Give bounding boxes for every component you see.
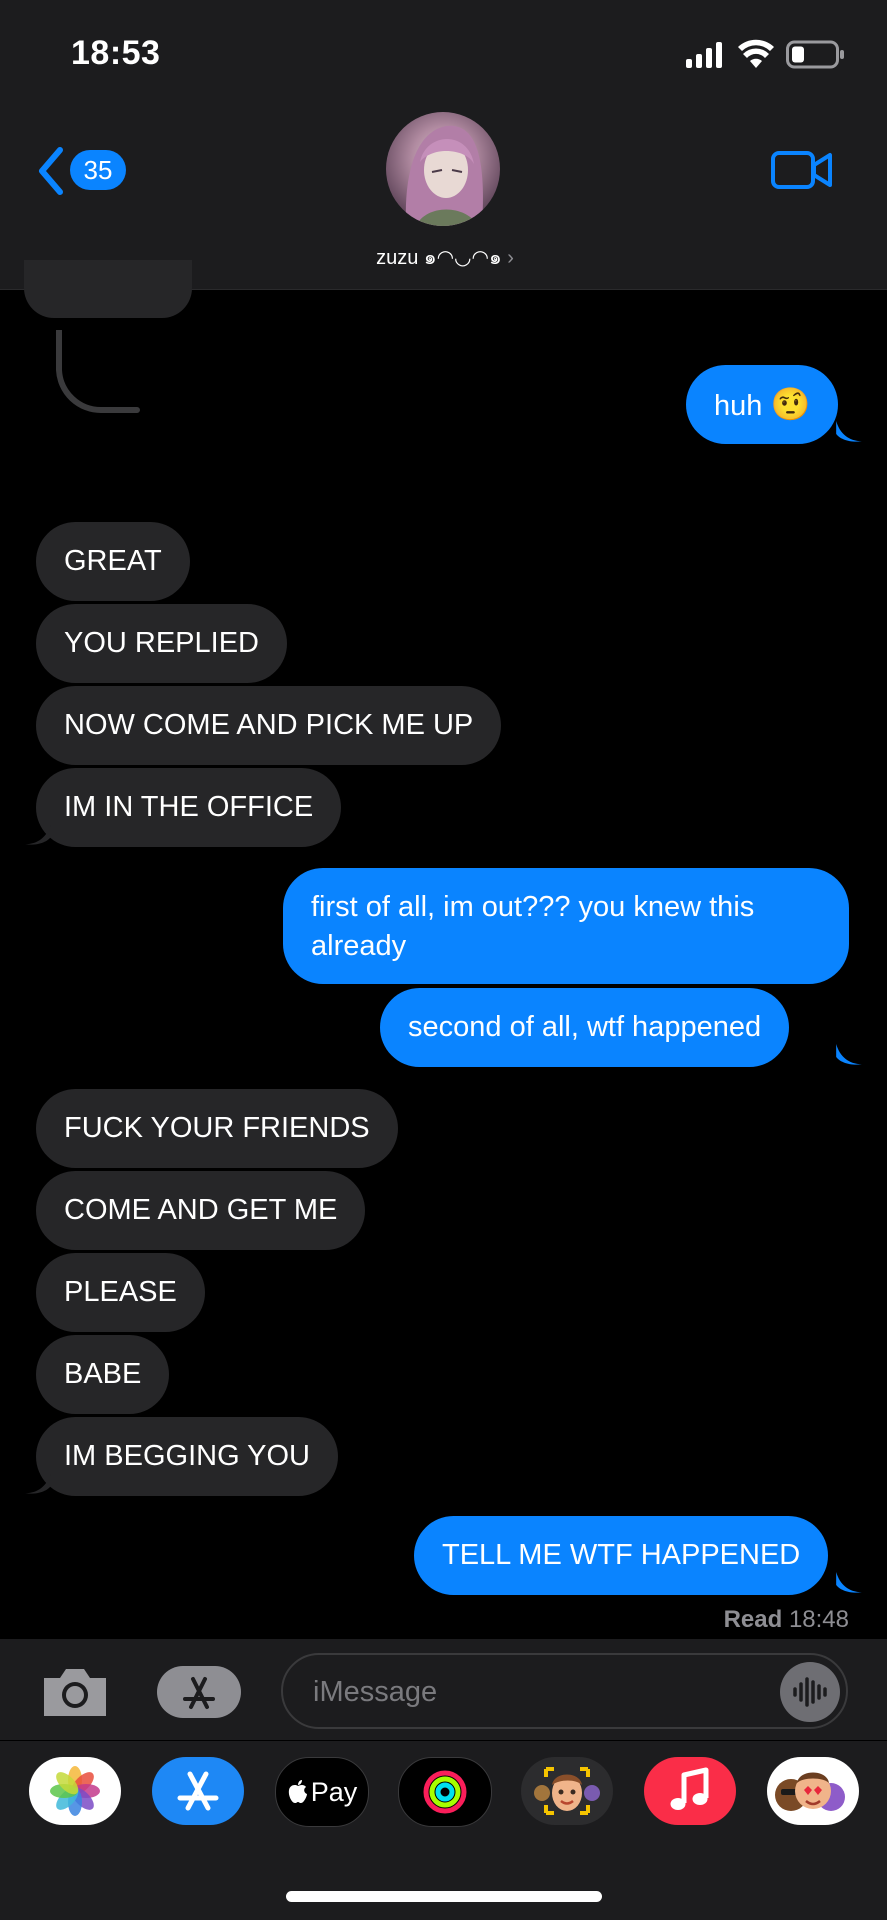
- message-text: NOW COME AND PICK ME UP: [64, 709, 474, 741]
- incoming-message[interactable]: IM IN THE OFFICE: [36, 768, 342, 847]
- message-input[interactable]: [311, 1673, 745, 1711]
- message-text: PLEASE: [64, 1276, 177, 1308]
- message-text: first of all, im out??? you knew this al…: [311, 891, 755, 962]
- message-text: TELL ME WTF HAPPENED: [442, 1539, 801, 1571]
- bubble-tail: [25, 824, 51, 845]
- incoming-message[interactable]: FUCK YOUR FRIENDS: [36, 1089, 398, 1168]
- raised-eyebrow-emoji: 🤨: [770, 386, 811, 422]
- incoming-message[interactable]: COME AND GET ME: [36, 1171, 366, 1250]
- contact-name[interactable]: zuzu ๑◠◡◠๑ ›: [330, 241, 560, 273]
- outgoing-message[interactable]: TELL ME WTF HAPPENED: [414, 1516, 829, 1595]
- animoji-stickers-icon: [775, 1772, 845, 1811]
- message-text: YOU REPLIED: [64, 627, 259, 659]
- contact-avatar[interactable]: [386, 112, 500, 226]
- imessage-field[interactable]: [281, 1653, 848, 1729]
- music-app-button[interactable]: [644, 1757, 736, 1825]
- camera-icon[interactable]: [40, 1664, 110, 1718]
- outgoing-message[interactable]: second of all, wtf happened: [380, 988, 790, 1067]
- cellular-signal-icon: [686, 42, 726, 68]
- animoji-stickers-app-button[interactable]: [767, 1757, 859, 1825]
- bubble-tail: [836, 1572, 862, 1593]
- home-indicator[interactable]: [286, 1891, 602, 1902]
- message-text: IM BEGGING YOU: [64, 1440, 311, 1472]
- incoming-message[interactable]: NOW COME AND PICK ME UP: [36, 686, 502, 765]
- status-time: 18:53: [71, 34, 161, 72]
- scrolled-off-message[interactable]: [24, 260, 192, 318]
- incoming-message[interactable]: GREAT: [36, 522, 190, 601]
- app-store-app-button[interactable]: [152, 1757, 244, 1825]
- incoming-message[interactable]: BABE: [36, 1335, 170, 1414]
- music-icon: [670, 1767, 709, 1810]
- bubble-tail: [836, 1044, 862, 1065]
- bubble-tail: [836, 421, 862, 442]
- message-text: IM IN THE OFFICE: [64, 791, 314, 823]
- app-store-icon: [183, 1677, 215, 1709]
- read-time: 18:48: [788, 1606, 849, 1633]
- message-text: FUCK YOUR FRIENDS: [64, 1112, 370, 1144]
- reply-thread-connector: [56, 330, 140, 414]
- unread-count-badge[interactable]: 35: [70, 150, 126, 190]
- apple-pay-icon: [288, 1780, 307, 1803]
- incoming-message[interactable]: YOU REPLIED: [36, 604, 287, 683]
- apple-pay-label: Pay: [310, 1776, 358, 1807]
- back-chevron-icon[interactable]: [36, 146, 66, 196]
- wifi-icon: [738, 39, 774, 68]
- avatar-illustration: [405, 125, 483, 226]
- memoji-app-button[interactable]: [521, 1757, 613, 1825]
- outgoing-message[interactable]: huh 🤨: [686, 365, 839, 444]
- message-text: second of all, wtf happened: [408, 1011, 762, 1043]
- photos-icon: [50, 1766, 100, 1816]
- message-text: huh: [714, 390, 763, 422]
- battery-icon: [786, 40, 844, 69]
- incoming-message[interactable]: IM BEGGING YOU: [36, 1417, 339, 1496]
- memoji-icon: [534, 1767, 600, 1815]
- chevron-right-icon: ›: [507, 247, 514, 269]
- message-text: GREAT: [64, 545, 162, 577]
- message-text: BABE: [64, 1358, 142, 1390]
- contact-name-label: zuzu ๑◠◡◠๑: [376, 247, 502, 269]
- voice-message-button[interactable]: [780, 1662, 840, 1722]
- apple-pay-app-button[interactable]: Pay: [275, 1757, 369, 1827]
- bubble-tail: [25, 1473, 51, 1494]
- read-label: Read: [723, 1606, 783, 1633]
- app-store-toggle-button[interactable]: [157, 1666, 241, 1718]
- activity-icon: [423, 1770, 467, 1814]
- app-store-icon: [177, 1771, 219, 1811]
- waveform-icon: [793, 1677, 827, 1707]
- incoming-message[interactable]: PLEASE: [36, 1253, 205, 1332]
- message-text: COME AND GET ME: [64, 1194, 338, 1226]
- facetime-video-icon[interactable]: [770, 150, 834, 190]
- photos-app-button[interactable]: [29, 1757, 121, 1825]
- outgoing-message[interactable]: first of all, im out??? you knew this al…: [283, 868, 849, 984]
- activity-app-button[interactable]: [398, 1757, 492, 1827]
- read-receipt: Read 18:48: [724, 1606, 849, 1634]
